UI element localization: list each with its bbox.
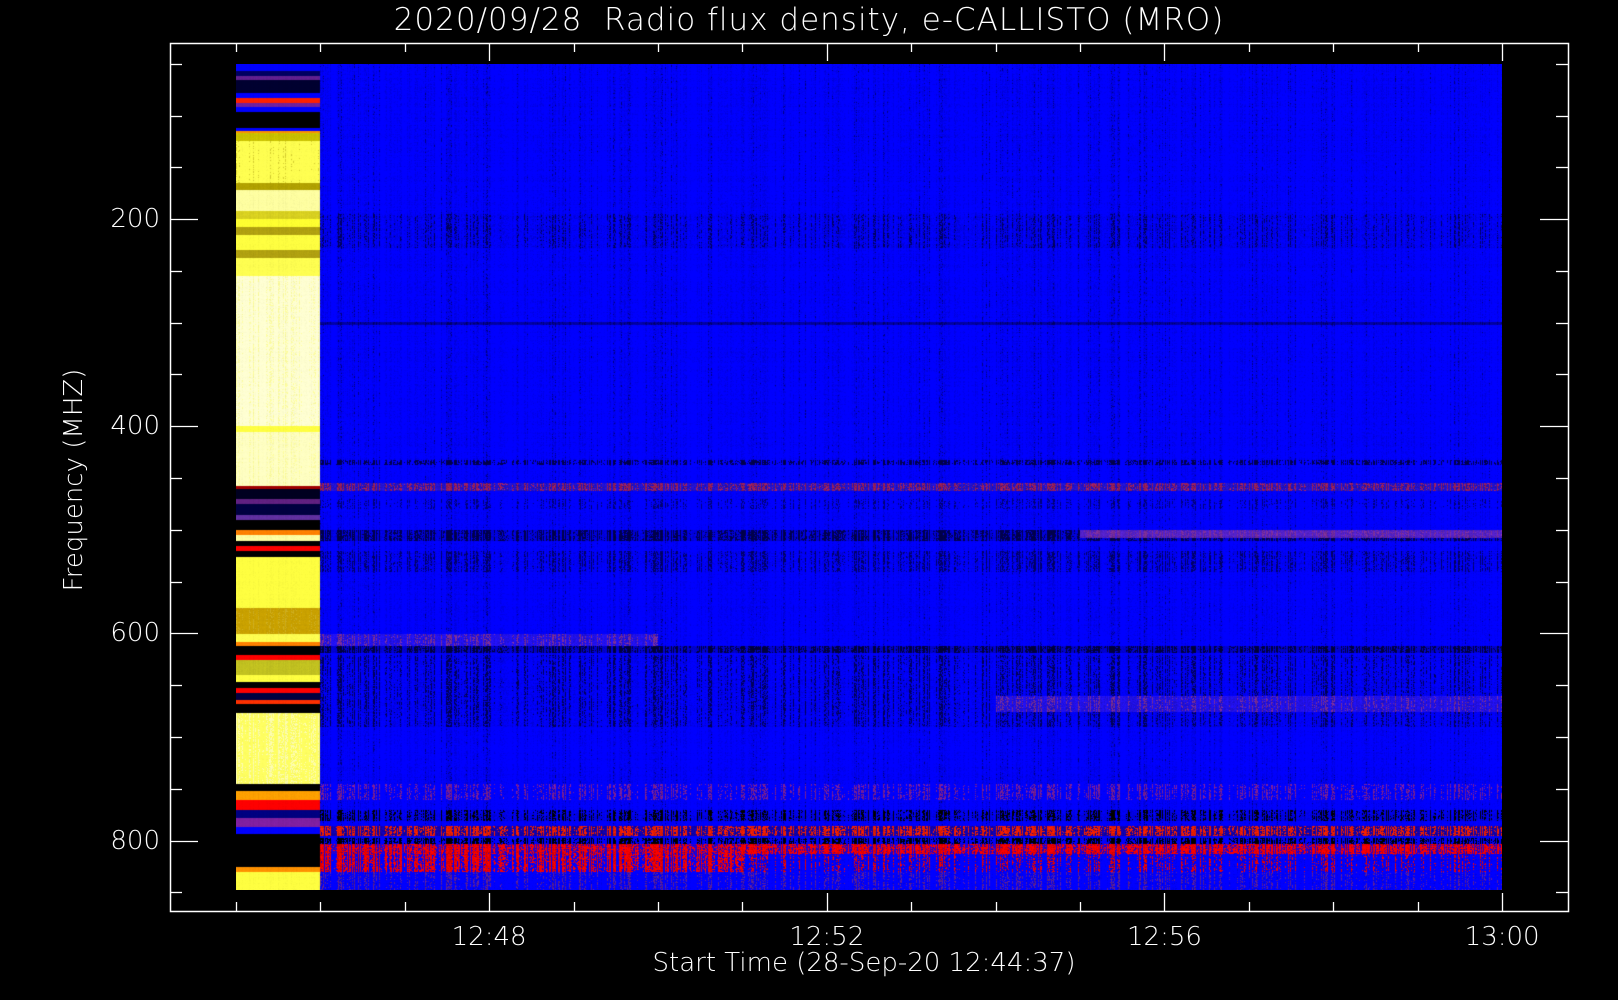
- y-tick-label: 400: [110, 411, 160, 442]
- axis-ticks: [170, 43, 1568, 911]
- x-axis-label: Start Time (28-Sep-20 12:44:37): [652, 948, 1076, 978]
- plot-axes: [169, 42, 1570, 913]
- plot-frame: [169, 42, 1570, 913]
- y-tick-label: 600: [110, 618, 160, 649]
- y-tick-label: 200: [110, 204, 160, 235]
- y-tick-label: 800: [110, 825, 160, 856]
- y-axis-label: Frequency (MHZ): [59, 368, 89, 592]
